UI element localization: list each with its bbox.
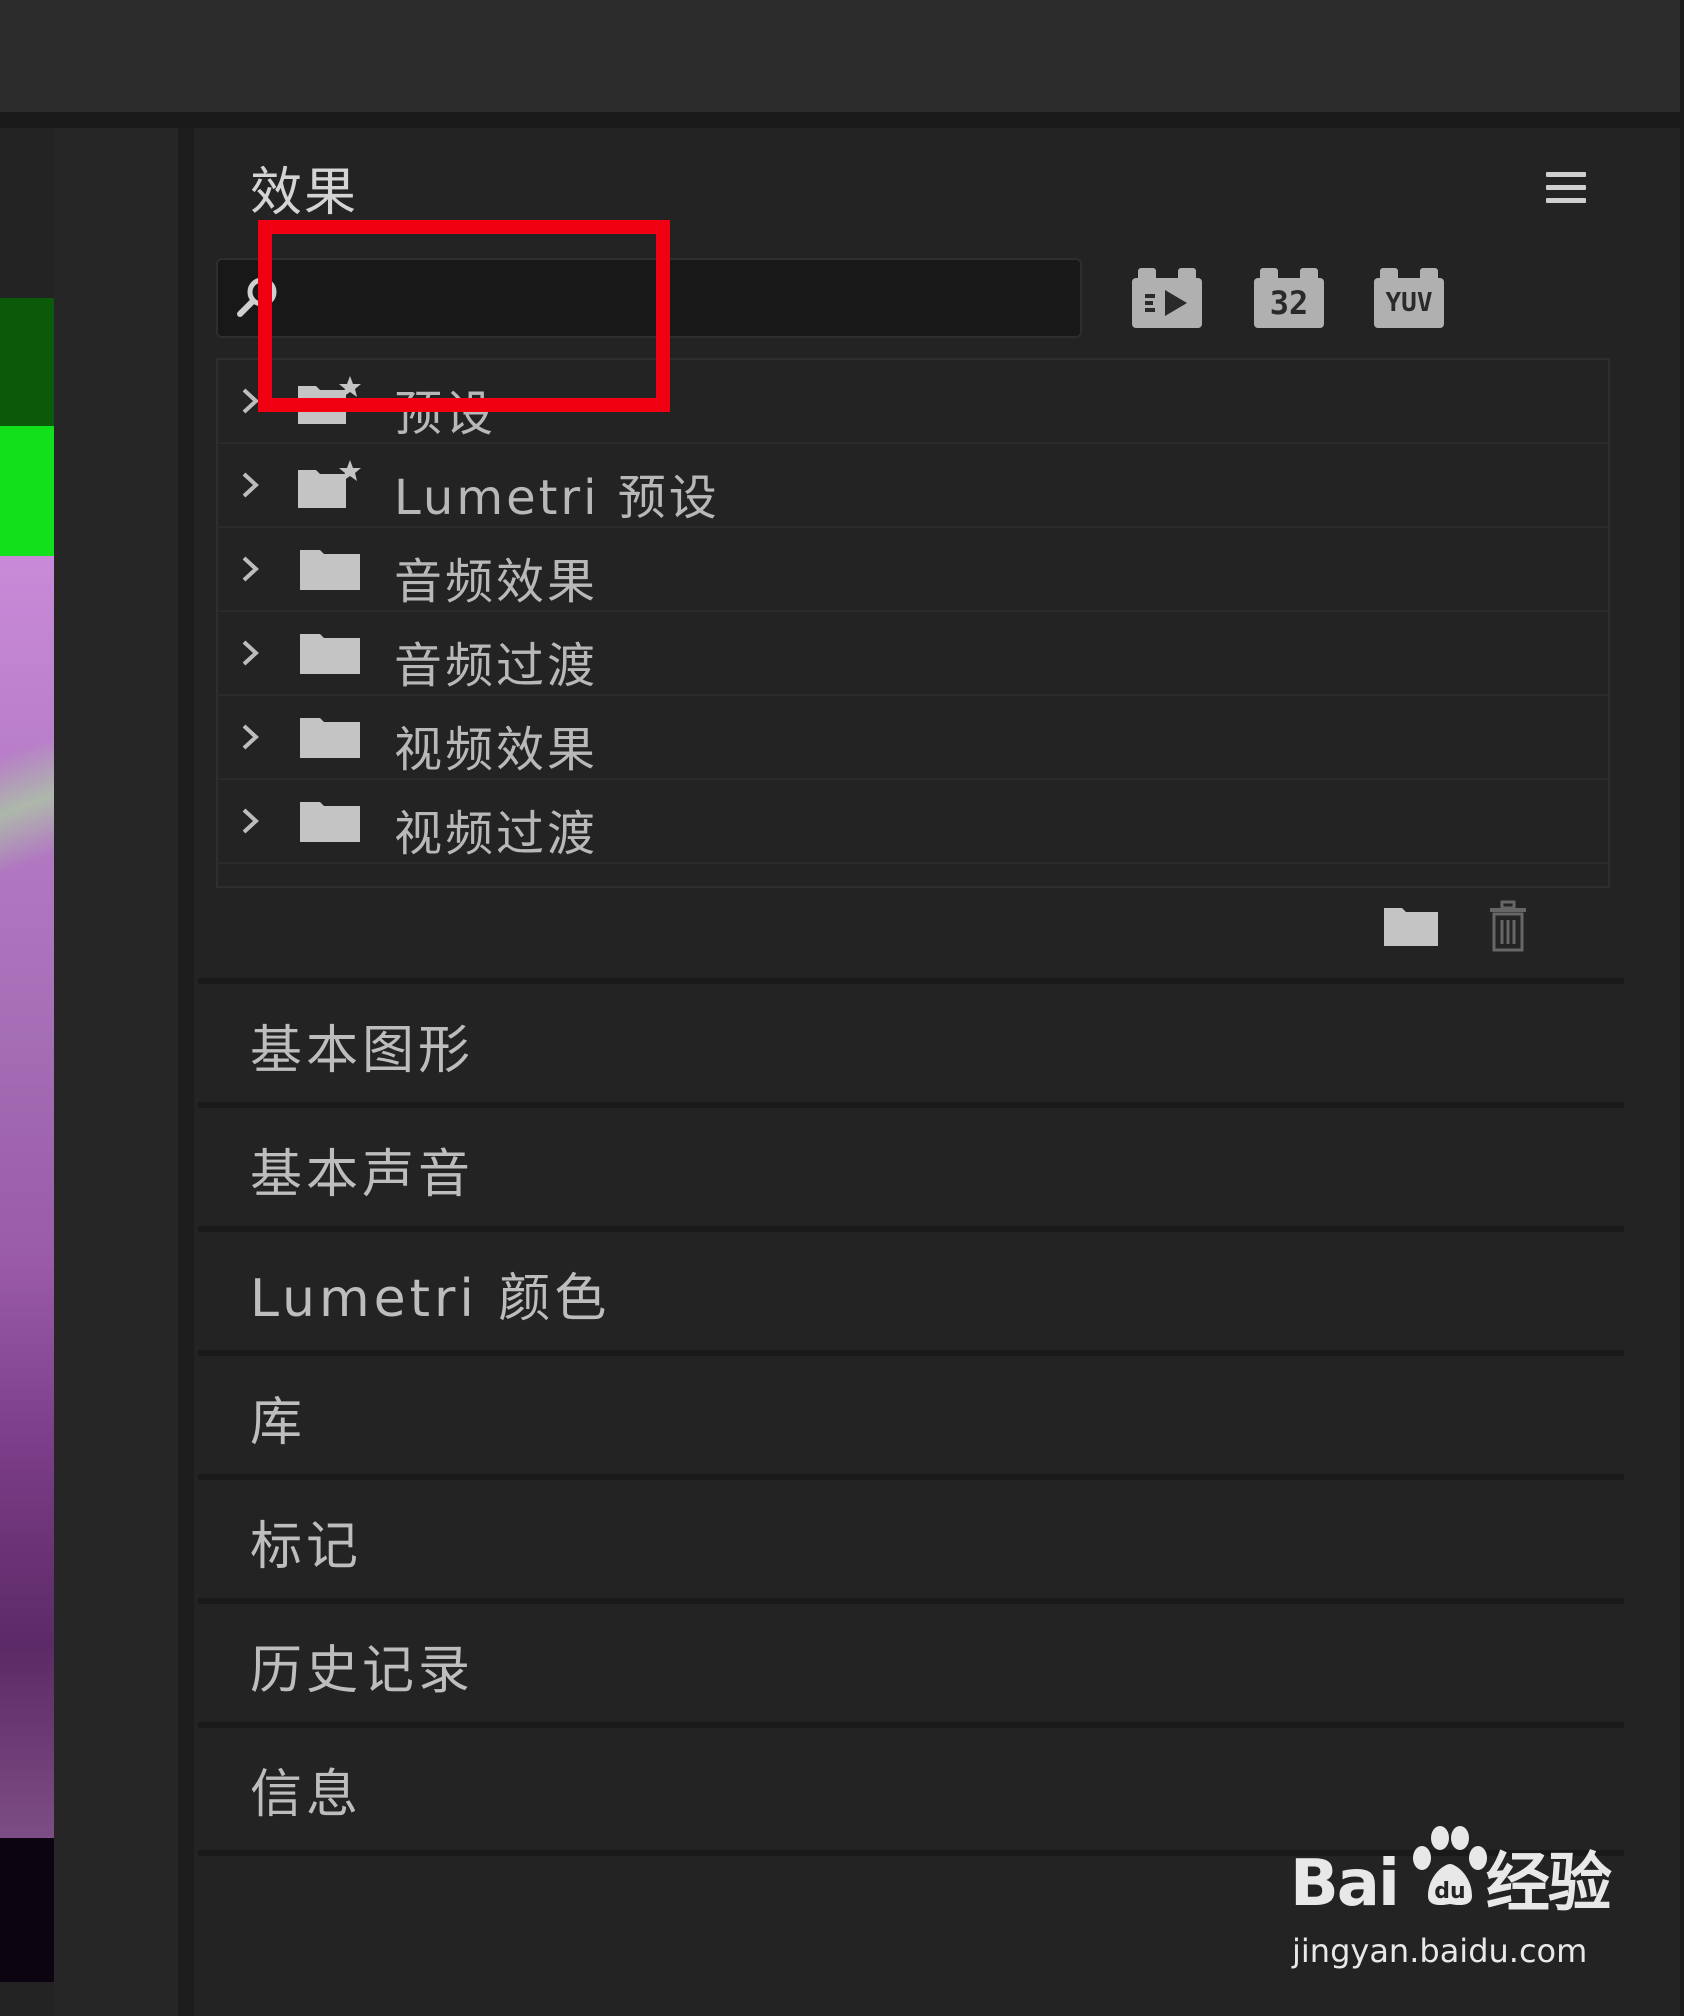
accelerated-effects-icon <box>1132 278 1202 328</box>
watermark-brand-left: Bai <box>1290 1847 1400 1921</box>
preset-folder-star-icon <box>298 460 361 508</box>
section-label: 库 <box>250 1393 307 1453</box>
accelerated-effects-filter-button[interactable] <box>1132 268 1202 328</box>
tree-item-label: 音频过渡 <box>394 638 599 694</box>
tree-item-audio-effects[interactable]: 音频效果 <box>218 528 1608 612</box>
section-label: 基本图形 <box>250 1021 475 1081</box>
folder-icon <box>300 634 360 674</box>
chevron-right-icon[interactable] <box>238 638 262 668</box>
hamburger-menu-icon[interactable] <box>1546 172 1586 208</box>
section-markers[interactable]: 标记 <box>198 1474 1624 1598</box>
32bit-color-filter-button[interactable]: 32 <box>1254 268 1324 328</box>
panel-resize-divider[interactable] <box>178 128 194 2016</box>
chevron-right-icon[interactable] <box>238 806 262 836</box>
tree-item-video-transitions[interactable]: 视频过渡 <box>218 780 1608 864</box>
tree-item-label: 视频过渡 <box>394 806 599 862</box>
tree-item-label: Lumetri 预设 <box>394 470 720 526</box>
folder-icon <box>300 718 360 758</box>
section-label: 标记 <box>250 1517 363 1577</box>
section-essential-sound[interactable]: 基本声音 <box>198 1102 1624 1226</box>
section-history[interactable]: 历史记录 <box>198 1598 1624 1722</box>
preview-dark-region <box>0 1838 54 1982</box>
section-label: 基本声音 <box>250 1145 475 1205</box>
new-custom-bin-icon[interactable] <box>1382 902 1440 950</box>
tree-item-label: 音频效果 <box>394 554 599 610</box>
baidu-paw-icon: du <box>1413 1826 1487 1906</box>
chevron-right-icon[interactable] <box>238 470 262 500</box>
effects-panel: 效果 32 YUV 预设 Lumetri 预设 音频效果 音频过渡 视频效果 视… <box>194 128 1680 2016</box>
program-monitor-preview <box>0 298 54 1982</box>
preview-purple-region <box>0 556 54 1838</box>
section-libraries[interactable]: 库 <box>198 1350 1624 1474</box>
section-label: Lumetri 颜色 <box>250 1269 611 1329</box>
watermark-brand-right: 经验 <box>1485 1847 1612 1921</box>
svg-text:du: du <box>1434 1879 1465 1904</box>
window-right-edge <box>1680 0 1684 2016</box>
panel-gutter <box>54 128 178 2016</box>
trash-icon[interactable] <box>1486 900 1530 952</box>
section-essential-graphics[interactable]: 基本图形 <box>198 978 1624 1102</box>
watermark-url: jingyan.baidu.com <box>1292 1932 1588 1970</box>
preview-bright-green-region <box>0 426 54 556</box>
preview-dark-green-region <box>0 298 54 426</box>
chevron-right-icon[interactable] <box>238 554 262 584</box>
yuv-filter-button[interactable]: YUV <box>1374 268 1444 328</box>
annotation-highlight-box <box>258 220 670 412</box>
section-label: 信息 <box>250 1765 363 1825</box>
32bit-color-icon: 32 <box>1254 278 1324 328</box>
baidu-jingyan-watermark: Bai 经验 du jingyan.baidu.com <box>1290 1826 1612 1982</box>
section-lumetri-color[interactable]: Lumetri 颜色 <box>198 1226 1624 1350</box>
tree-item-audio-transitions[interactable]: 音频过渡 <box>218 612 1608 696</box>
yuv-effects-icon: YUV <box>1374 278 1444 328</box>
app-top-bar <box>0 0 1684 112</box>
folder-icon <box>300 550 360 590</box>
top-bar-separator <box>0 112 1684 128</box>
tree-item-lumetri-presets[interactable]: Lumetri 预设 <box>218 444 1608 528</box>
effects-tree: 预设 Lumetri 预设 音频效果 音频过渡 视频效果 视频过渡 <box>216 358 1610 888</box>
panel-title[interactable]: 效果 <box>250 150 358 225</box>
chevron-right-icon[interactable] <box>238 722 262 752</box>
tree-item-video-effects[interactable]: 视频效果 <box>218 696 1608 780</box>
section-label: 历史记录 <box>250 1641 475 1701</box>
tree-item-label: 视频效果 <box>394 722 599 778</box>
folder-icon <box>300 802 360 842</box>
